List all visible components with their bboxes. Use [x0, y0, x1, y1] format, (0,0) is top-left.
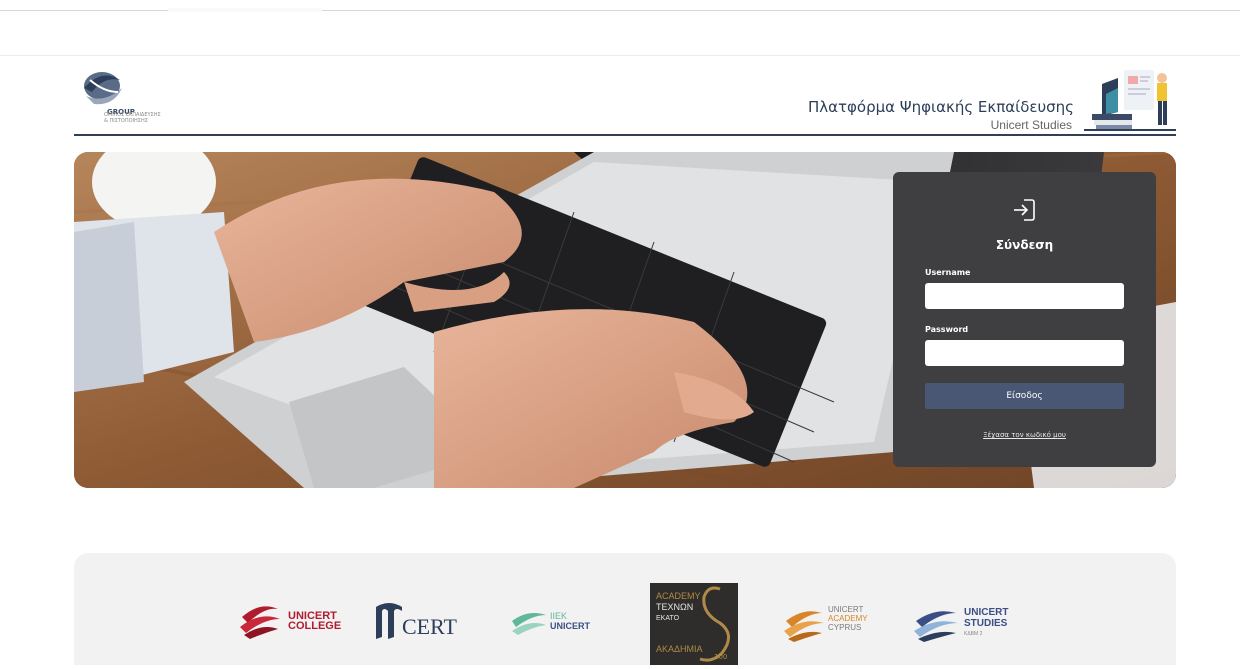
login-button[interactable]: Είσοδος [925, 383, 1124, 409]
logo-subtitle-line: & ΠΙΣΤΟΠΟΙΗΣΗΣ [104, 118, 148, 124]
unicert-college-swirl-icon [240, 606, 280, 639]
top-divider [0, 10, 168, 11]
site-header: GROUP ΟΜΙΛΟΣ ΕΚΠΑΙΔΕΥΣΗΣ & ΠΙΣΤΟΠΟΙΗΣΗΣ … [74, 62, 1176, 138]
partner-label: ACADEMY [656, 591, 701, 601]
forgot-password-link[interactable]: Ξέχασα τον κωδικό μου [893, 431, 1156, 439]
logo-subtitle: ΟΜΙΛΟΣ ΕΚΠΑΙΔΕΥΣΗΣ & ΠΙΣΤΟΠΟΙΗΣΗΣ [104, 112, 161, 124]
partner-unicert-studies[interactable]: UNICERT STUDIES ΚΔΒΜ 2 [912, 605, 1032, 665]
header-rule [74, 134, 1176, 136]
partner-label: CERT [402, 614, 457, 639]
partner-label: ACADEMY [828, 614, 868, 623]
partner-label: ΕΚΑΤΟ [656, 615, 680, 622]
iiek-swirl-icon [512, 613, 546, 635]
partners-strip: UNICERT COLLEGE CERT ΙΙΕΚ UNICERT ACADEM… [74, 553, 1176, 665]
partner-tcert[interactable]: CERT [374, 599, 484, 659]
partner-label: COLLEGE [288, 620, 342, 632]
partner-label: ΑΚΑΔΗΜΙΑ [656, 644, 703, 654]
partner-label: CYPRUS [828, 623, 862, 632]
top-divider [322, 10, 1240, 11]
browser-top-strip [0, 0, 1240, 56]
page-title: Πλατφόρμα Ψηφιακής Εκπαίδευσης [807, 98, 1074, 116]
partner-iiek-unicert[interactable]: ΙΙΕΚ UNICERT [510, 609, 620, 669]
login-icon [1014, 199, 1035, 221]
cyprus-swirl-icon [784, 611, 824, 642]
partner-unicert-college[interactable]: UNICERT COLLEGE [238, 601, 348, 661]
page-subtitle: Unicert Studies [990, 118, 1072, 132]
partner-label: ΚΔΒΜ 2 [964, 631, 983, 637]
partner-label: UNICERT [964, 607, 1009, 618]
password-label: Password [925, 325, 969, 334]
partner-label: 100 [714, 653, 728, 661]
partner-academy-technon[interactable]: ACADEMY TEXNΩN ΕΚΑΤΟ ΑΚΑΔΗΜΙΑ 100 [650, 583, 738, 665]
partner-label: UNICERT [550, 621, 590, 631]
partner-label: ΙΙΕΚ [550, 611, 568, 621]
login-panel: Σύνδεση Username Password Είσοδος Ξέχασα… [893, 172, 1156, 467]
partner-label: STUDIES [964, 618, 1008, 629]
studies-swirl-icon [914, 611, 958, 642]
top-tab-gap [168, 8, 322, 12]
partner-label: UNICERT [828, 605, 864, 614]
login-title: Σύνδεση [995, 238, 1054, 252]
books-person-illustration [1084, 70, 1176, 131]
username-input[interactable] [925, 283, 1124, 309]
tcert-pi-icon [376, 603, 402, 639]
username-label: Username [925, 268, 971, 277]
partner-label: TEXNΩN [656, 602, 694, 612]
partner-unicert-academy-cyprus[interactable]: UNICERT ACADEMY CYPRUS [782, 605, 892, 665]
password-input[interactable] [925, 340, 1124, 366]
